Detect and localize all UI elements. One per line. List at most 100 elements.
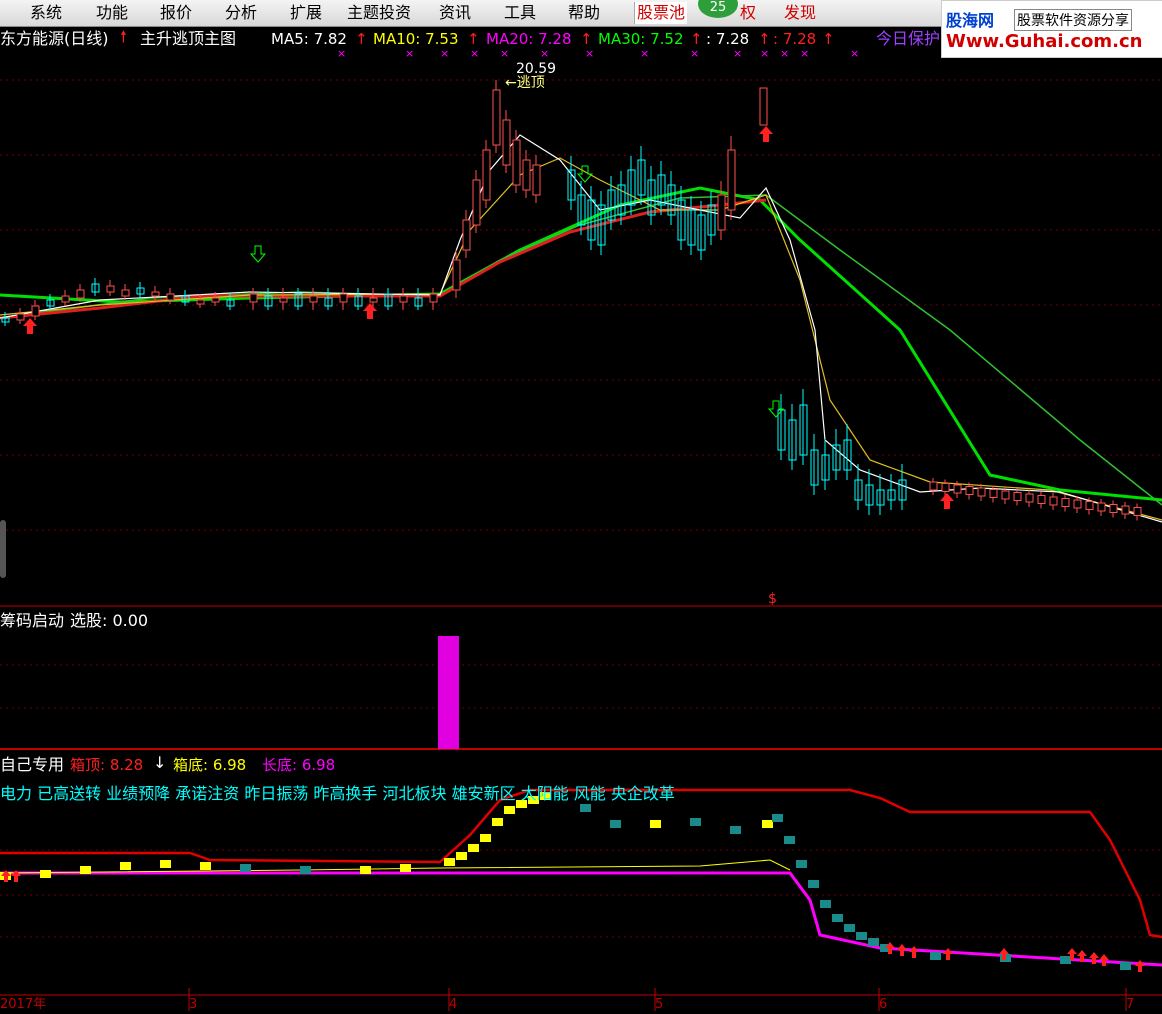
dollar-marker: $	[768, 591, 777, 607]
ma-long-line	[0, 194, 1162, 506]
step-block	[762, 820, 773, 828]
small-up-arrow-icon	[943, 948, 953, 960]
x-axis-label-5: 5	[655, 997, 664, 1012]
candle-body	[492, 89, 501, 146]
box-bottom-value: 箱底: 6.98	[173, 756, 247, 774]
step-block	[120, 862, 131, 870]
candle-body	[369, 297, 378, 303]
cross-marker-icon: ×	[850, 47, 859, 60]
x-axis-label-3: 3	[189, 997, 198, 1012]
cross-marker-icon: ×	[337, 47, 346, 60]
step-block	[504, 806, 515, 814]
candle-body	[953, 484, 962, 494]
cross-marker-icon: ×	[800, 47, 809, 60]
indicator1-title[interactable]: 筹码启动	[0, 612, 64, 630]
candle-body	[1073, 499, 1082, 509]
candle-body	[76, 289, 85, 299]
step-block	[730, 826, 741, 834]
step-block	[796, 860, 807, 868]
step-block	[300, 866, 311, 874]
candle-body	[61, 295, 70, 303]
step-block	[832, 914, 843, 922]
cross-marker-icon: ×	[440, 47, 449, 60]
cross-marker-icon: ×	[470, 47, 479, 60]
candle-body	[727, 149, 736, 211]
cross-marker-icon: ×	[500, 47, 509, 60]
chart-canvas[interactable]: × × × × × × × × × × × × × ×	[0, 0, 1162, 1011]
candle-peak-body	[759, 87, 768, 126]
candle-body	[452, 259, 461, 291]
today-protect-label: 今日保护	[876, 29, 941, 48]
long-bottom-value: 长底: 6.98	[262, 756, 336, 774]
cross-marker-icon: ×	[733, 47, 742, 60]
candle-body	[1097, 502, 1106, 512]
concept-tags: 电力 已高送转 业绩预降 承诺注资 昨日振荡 昨高换手 河北板块 雄安新区 太阳…	[0, 784, 675, 803]
candle-body	[1121, 505, 1130, 515]
candle-body	[977, 487, 986, 497]
step-block	[1120, 962, 1131, 970]
buy-arrow-icon	[940, 493, 954, 509]
candle-body	[166, 293, 175, 301]
candle-body	[106, 285, 115, 293]
small-up-arrow-icon	[1135, 960, 1145, 972]
candle-body	[151, 291, 160, 297]
step-block	[240, 864, 251, 872]
candle-body	[211, 297, 220, 303]
step-block	[492, 818, 503, 826]
candle-body	[989, 489, 998, 498]
ma20-label: MA20: 7.28	[486, 30, 572, 48]
indicator2-title[interactable]: 自己专用	[0, 756, 64, 774]
candle-body	[522, 159, 531, 191]
cross-marker-icon: ×	[540, 47, 549, 60]
candle-body	[482, 149, 491, 201]
step-block	[868, 938, 879, 946]
cross-marker-icon: ×	[405, 47, 414, 60]
candle-body	[339, 293, 348, 303]
up-arrow-icon: 🠕	[120, 27, 127, 46]
candle-body	[965, 486, 974, 495]
ma5-label: MA5: 7.82	[271, 30, 347, 48]
small-up-arrow-icon	[1099, 954, 1109, 966]
cross-marker-icon: ×	[760, 47, 769, 60]
step-block	[456, 852, 467, 860]
step-block	[580, 804, 591, 812]
extra-arrow-icon-1: ↑	[758, 30, 771, 48]
step-block	[820, 900, 831, 908]
box-top-value: 箱顶: 8.28	[70, 756, 144, 774]
ma30-arrow-icon: ↑	[690, 30, 703, 48]
candle-body	[1001, 490, 1010, 500]
candle-body	[1061, 498, 1070, 507]
cross-marker-icon: ×	[690, 47, 699, 60]
candle-body	[941, 483, 950, 492]
step-block	[808, 880, 819, 888]
extra-value-1: : 7.28	[706, 30, 750, 48]
box-top-down-arrow-icon: ↓	[153, 753, 167, 772]
candle-body	[462, 219, 471, 251]
sell-arrow-icon	[249, 245, 267, 263]
small-up-arrow-icon	[909, 946, 919, 958]
step-block	[360, 866, 371, 874]
extra-arrow-icon-2: ↑	[822, 30, 835, 48]
candle-body	[16, 313, 25, 321]
indicator1-bars	[438, 636, 459, 749]
candle-body	[717, 194, 726, 231]
left-scroll-handle[interactable]	[0, 520, 6, 578]
step-block	[844, 924, 855, 932]
indicator2-lines	[0, 788, 1162, 972]
escape-top-label: ←逃顶	[505, 75, 545, 91]
candle-body	[121, 289, 130, 297]
step-block	[444, 858, 455, 866]
formula-name[interactable]: 主升逃顶主图	[140, 30, 236, 48]
candle-body	[1133, 507, 1142, 516]
step-block	[80, 866, 91, 874]
candle-body	[196, 299, 205, 305]
buy-arrow-icon	[759, 126, 773, 142]
stock-title[interactable]: 东方能源(日线)	[0, 30, 109, 48]
step-block	[856, 932, 867, 940]
step-block	[480, 834, 491, 842]
candle-body	[1013, 492, 1022, 501]
cross-marker-icon: ×	[640, 47, 649, 60]
step-block	[930, 952, 941, 960]
long-bottom-line	[0, 871, 1162, 967]
small-up-arrow-icon	[897, 944, 907, 956]
